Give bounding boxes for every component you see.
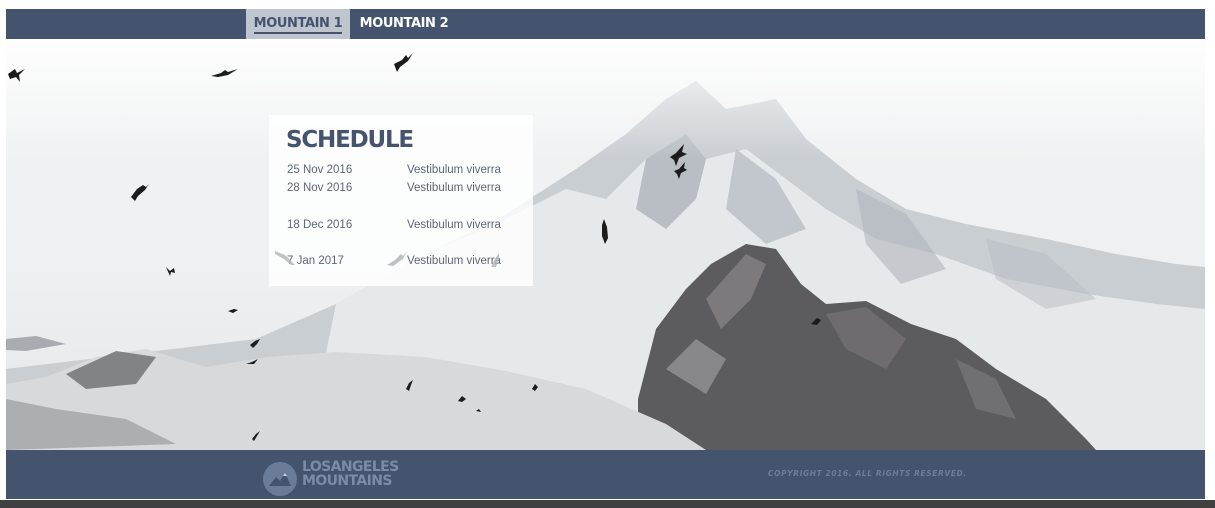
- top-nav: MOUNTAIN 1 MOUNTAIN 2: [6, 9, 1205, 39]
- schedule-event: Vestibulum viverra: [407, 219, 501, 231]
- tab-mountain-2[interactable]: MOUNTAIN 2: [356, 9, 452, 39]
- hero-mountain-image: SCHEDULE 25 Nov 2016 Vestibulum viverra …: [6, 39, 1205, 450]
- logo-text: LOSANGELES MOUNTAINS: [302, 460, 422, 488]
- logo-mountain-icon: [263, 462, 297, 496]
- schedule-date: 28 Nov 2016: [287, 182, 353, 194]
- logo-line-1: LOSANGELES: [302, 459, 399, 475]
- schedule-date: 18 Dec 2016: [287, 219, 353, 231]
- tab-mountain-1-label: MOUNTAIN 1: [253, 16, 343, 34]
- schedule-title: SCHEDULE: [286, 127, 414, 153]
- schedule-event: Vestibulum viverra: [407, 182, 501, 194]
- footer: LOSANGELES MOUNTAINS COPYRIGHT 2016. ALL…: [6, 450, 1205, 499]
- schedule-date: 7 Jan 2017: [287, 255, 344, 267]
- schedule-event: Vestibulum viverra: [407, 255, 501, 267]
- mountain-illustration: [6, 39, 1205, 450]
- logo-line-2: MOUNTAINS: [302, 473, 392, 489]
- bottom-strip: [0, 500, 1215, 508]
- schedule-event: Vestibulum viverra: [407, 164, 501, 176]
- schedule-card: SCHEDULE 25 Nov 2016 Vestibulum viverra …: [269, 115, 533, 286]
- tab-mountain-1[interactable]: MOUNTAIN 1: [246, 9, 350, 39]
- copyright-text: COPYRIGHT 2016. ALL RIGHTS RESERVED.: [768, 469, 967, 478]
- page-frame: MOUNTAIN 1 MOUNTAIN 2 SCHEDULE 25 Nov 20…: [6, 9, 1205, 499]
- tab-mountain-2-label: MOUNTAIN 2: [359, 16, 449, 31]
- schedule-date: 25 Nov 2016: [287, 164, 353, 176]
